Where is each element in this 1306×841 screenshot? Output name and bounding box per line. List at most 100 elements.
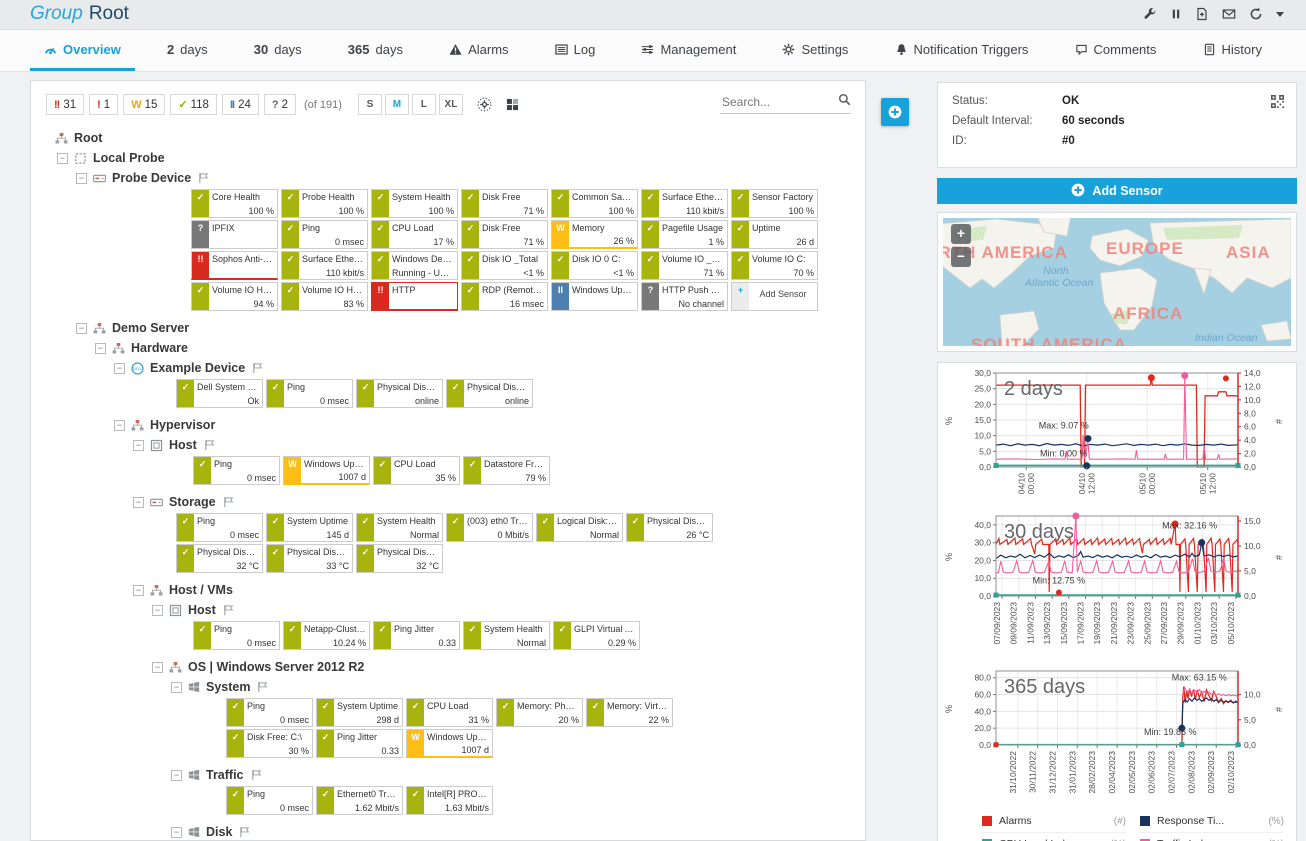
sensor-tile[interactable]: ✓Memory: Virtu...22 %: [586, 698, 673, 727]
sensor-tile[interactable]: ✓Ping0 msec: [226, 786, 313, 815]
tile-view-icon[interactable]: [506, 98, 519, 111]
tree-node-label[interactable]: System: [206, 680, 250, 694]
sensor-tile[interactable]: ✓Ping0 msec: [281, 220, 368, 249]
tab-comments[interactable]: Comments: [1061, 30, 1171, 71]
sensor-tile[interactable]: ✓Netapp-Cluster...10.24 %: [283, 621, 370, 650]
graph-2-days[interactable]: 0,05,010,015,020,025,030,00,02,04,06,08,…: [938, 365, 1296, 510]
tab-history[interactable]: History: [1189, 30, 1276, 71]
sensor-tile[interactable]: IIWindows Upda...: [551, 282, 638, 311]
tree-settings-icon[interactable]: [477, 97, 492, 112]
qr-code-icon[interactable]: [1271, 95, 1284, 113]
sensor-tile[interactable]: ✓System HealthNormal: [463, 621, 550, 650]
filter-chip-1[interactable]: !1: [89, 94, 118, 115]
tree-collapse-toggle[interactable]: −: [114, 420, 125, 431]
sensor-tile[interactable]: ✓CPU Load31 %: [406, 698, 493, 727]
tree-node-label[interactable]: Storage: [169, 495, 216, 509]
tree-collapse-toggle[interactable]: −: [114, 363, 125, 374]
tree-collapse-toggle[interactable]: −: [133, 440, 144, 451]
priority-flag-icon[interactable]: [252, 362, 263, 374]
tree-node-label[interactable]: OS | Windows Server 2012 R2: [188, 660, 364, 674]
tree-node-label[interactable]: Hardware: [131, 341, 188, 355]
sensor-tile[interactable]: ✓Physical Disk: ...32 °C: [176, 544, 263, 573]
tree-node-label[interactable]: Root: [74, 131, 102, 145]
sensor-tile[interactable]: ✓GLPI Virtual A...0.29 %: [553, 621, 640, 650]
tree-collapse-toggle[interactable]: −: [171, 682, 182, 693]
sensor-tile[interactable]: !!HTTP: [371, 282, 458, 311]
sensor-tile[interactable]: ✓CPU Load17 %: [371, 220, 458, 249]
tree-node-label[interactable]: Probe Device: [112, 171, 191, 185]
wrench-icon[interactable]: [1143, 7, 1157, 21]
tab-alarms[interactable]: Alarms: [435, 30, 522, 71]
sensor-tile[interactable]: ✓Volume IO _To...71 %: [641, 251, 728, 280]
map-zoom-out-button[interactable]: −: [951, 247, 971, 267]
filter-chip-31[interactable]: !!31: [46, 94, 84, 115]
size-button-l[interactable]: L: [412, 94, 436, 115]
tree-node-label[interactable]: Hypervisor: [150, 418, 215, 432]
sensor-tile[interactable]: ✓Volume IO Har...94 %: [191, 282, 278, 311]
sensor-tile[interactable]: ✓Ping0 msec: [176, 513, 263, 542]
sensor-tile[interactable]: ✓System HealthNormal: [356, 513, 443, 542]
sensor-tile[interactable]: ✓Sensor Factory100 %: [731, 189, 818, 218]
sensor-tile[interactable]: ✓Ethernet0 Traffic1.62 Mbit/s: [316, 786, 403, 815]
tree-collapse-toggle[interactable]: −: [152, 662, 163, 673]
tree-node-label[interactable]: Host: [188, 603, 216, 617]
sensor-tile[interactable]: ✓Physical Disk: ...33 °C: [266, 544, 353, 573]
sensor-tile[interactable]: ✓Ping Jitter0.33: [316, 729, 403, 758]
sensor-tile[interactable]: ✓Physical Disk: ...32 °C: [356, 544, 443, 573]
sensor-tile[interactable]: ✓RDP (Remote ...16 msec: [461, 282, 548, 311]
search-input[interactable]: [720, 94, 838, 110]
legend-item-response-ti-[interactable]: Response Ti...(%): [1140, 810, 1284, 833]
sensor-tile[interactable]: ✓Intel[R] PRO_1...1.63 Mbit/s: [406, 786, 493, 815]
sensor-tile[interactable]: ✓(003) eth0 Traf...0 Mbit/s: [446, 513, 533, 542]
sensor-tile[interactable]: ✓Dell System He...Ok: [176, 379, 263, 408]
filter-chip-118[interactable]: ✓118: [170, 94, 217, 115]
legend-item-cpu-load-ind-[interactable]: CPU Load Ind...(%): [982, 833, 1126, 841]
sensor-tile[interactable]: ✓Common SaaS...100 %: [551, 189, 638, 218]
tree-node-label[interactable]: Traffic: [206, 768, 244, 782]
sensor-tile[interactable]: ✓Disk IO 0 C:<1 %: [551, 251, 638, 280]
filter-chip-24[interactable]: II24: [222, 94, 259, 115]
tree-collapse-toggle[interactable]: −: [171, 827, 182, 838]
refresh-icon[interactable]: [1249, 7, 1263, 21]
sensor-tile[interactable]: ✓Pagefile Usage1 %: [641, 220, 728, 249]
tree-collapse-toggle[interactable]: −: [76, 173, 87, 184]
report-icon[interactable]: [1195, 7, 1209, 21]
sensor-tile[interactable]: WWindows Upda...1007 d: [406, 729, 493, 758]
tree-collapse-toggle[interactable]: −: [76, 323, 87, 334]
tree-collapse-toggle[interactable]: −: [133, 497, 144, 508]
pause-icon[interactable]: [1170, 8, 1182, 20]
tree-collapse-toggle[interactable]: −: [152, 605, 163, 616]
sensor-tile[interactable]: ✓Ping0 msec: [226, 698, 313, 727]
sensor-tile[interactable]: ✓Physical Disk: ...26 °C: [626, 513, 713, 542]
size-button-xl[interactable]: XL: [439, 94, 463, 115]
add-sensor-tile[interactable]: +Add Sensor: [731, 282, 818, 311]
tab-settings[interactable]: Settings: [768, 30, 862, 71]
sensor-tile[interactable]: ✓Physical Disk 0...online: [446, 379, 533, 408]
sensor-tile[interactable]: ?HTTP Push Da...No channel: [641, 282, 728, 311]
tree-collapse-toggle[interactable]: −: [171, 770, 182, 781]
sensor-tile[interactable]: ✓Ping0 msec: [193, 456, 280, 485]
tree-node-label[interactable]: Host / VMs: [169, 583, 233, 597]
sensor-tile[interactable]: ✓Probe Health100 %: [281, 189, 368, 218]
tree-collapse-toggle[interactable]: −: [133, 585, 144, 596]
sensor-tile[interactable]: ✓Core Health100 %: [191, 189, 278, 218]
tab-overview[interactable]: Overview: [30, 30, 135, 71]
sensor-tile[interactable]: ✓Surface Ethern...110 kbit/s: [641, 189, 728, 218]
sensor-tile[interactable]: ✓Ping0 msec: [266, 379, 353, 408]
tab-days[interactable]: 365days: [334, 30, 417, 71]
tab-days[interactable]: 2days: [153, 30, 222, 71]
tab-management[interactable]: Management: [627, 30, 750, 71]
add-sensor-button[interactable]: Add Sensor: [937, 178, 1297, 204]
sensor-tile[interactable]: ✓Logical Disk: V...Normal: [536, 513, 623, 542]
email-icon[interactable]: [1222, 7, 1236, 21]
add-object-button[interactable]: [881, 98, 909, 126]
geo-map[interactable]: NORTH AMERICAEUROPEASIAAFRICASOUTH AMERI…: [943, 218, 1291, 346]
sensor-tile[interactable]: ✓Uptime26 d: [731, 220, 818, 249]
sensor-tile[interactable]: ✓CPU Load35 %: [373, 456, 460, 485]
sensor-tile[interactable]: WWindows Upda...1007 d: [283, 456, 370, 485]
legend-item-alarms[interactable]: Alarms(#): [982, 810, 1126, 833]
priority-flag-icon[interactable]: [257, 681, 268, 693]
tab-log[interactable]: Log: [541, 30, 610, 71]
sensor-tile[interactable]: ✓System Health100 %: [371, 189, 458, 218]
graph-365-days[interactable]: 0,020,040,060,080,00,05,010,0Max: 63.15 …: [938, 665, 1296, 808]
